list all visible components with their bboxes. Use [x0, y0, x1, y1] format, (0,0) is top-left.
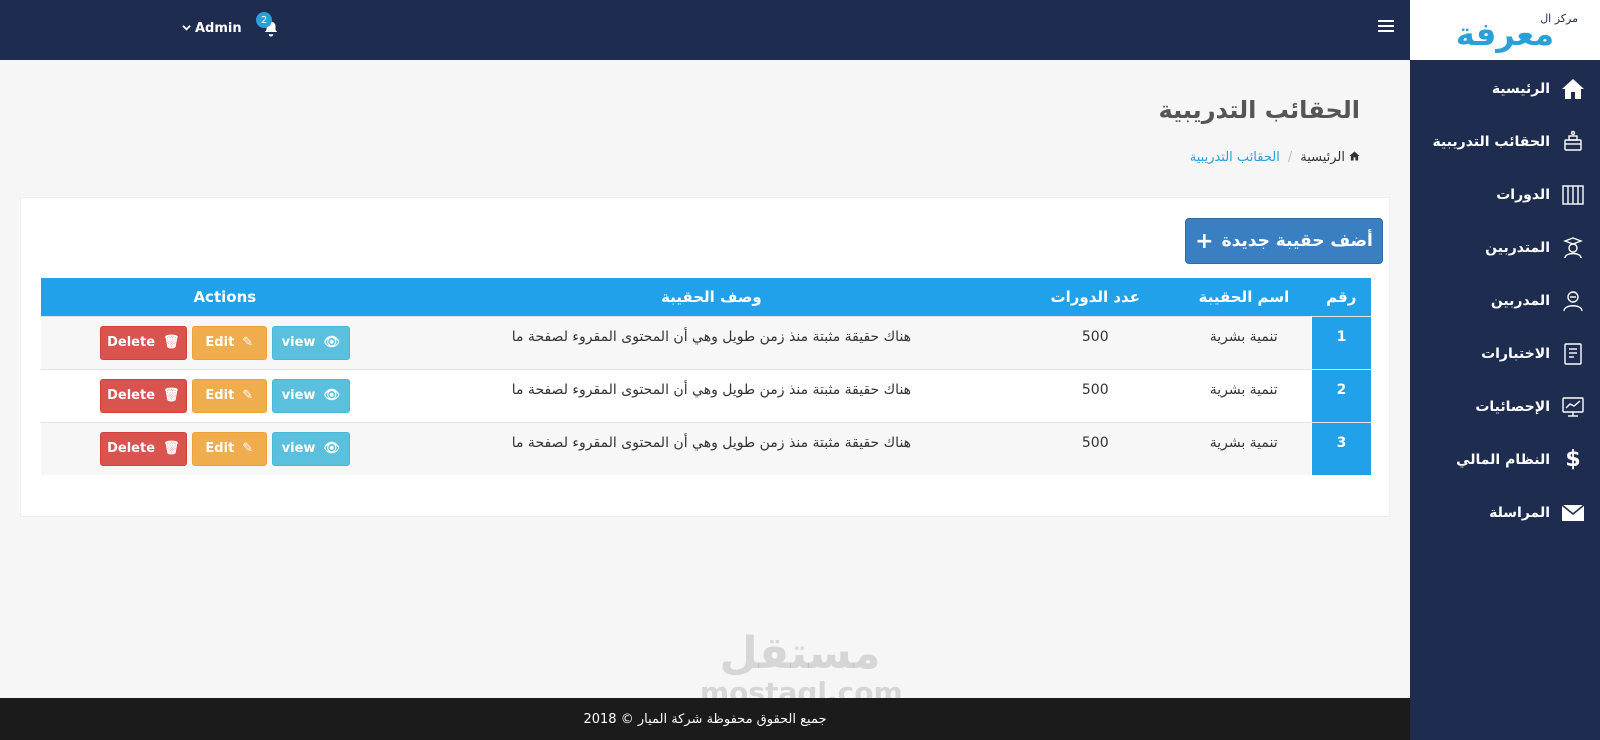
footer-copyright: جميع الحقوق محفوظة شركة الميار © 2018	[583, 711, 827, 727]
exam-icon	[1560, 341, 1586, 367]
sidebar-item-home[interactable]: الرئيسية	[1410, 62, 1600, 115]
breadcrumb-separator: /	[1287, 150, 1293, 165]
row-name: تنمية بشرية	[1209, 434, 1278, 451]
page-title: الحقائب التدريبية	[1158, 96, 1360, 124]
header-description: وصف الحقيبة	[661, 287, 762, 306]
view-button[interactable]: view 👁	[271, 378, 350, 413]
sidebar-item-finance[interactable]: $ النظام المالي	[1410, 433, 1600, 486]
training-bag-icon	[1560, 129, 1586, 155]
table-row: Delete 🗑 Edit ✎ view 👁 هناك حقيقة مثبتة منذ…	[41, 316, 1371, 369]
header-number: رقم	[1326, 287, 1357, 306]
delete-button[interactable]: Delete 🗑	[99, 431, 187, 466]
trash-icon: 🗑	[163, 441, 180, 456]
sidebar-item-training-bags[interactable]: الحقائب التدريبية	[1410, 115, 1600, 168]
content-panel: + أضف حقيبة جديدة Actions وصف الحقيبة عد…	[20, 197, 1390, 517]
chevron-down-icon	[182, 21, 191, 36]
watermark: مستقل mostaql.com	[700, 628, 903, 708]
sidebar-nav: الرئيسية الحقائب التدريبية الدورات المتد…	[1410, 62, 1600, 539]
row-name: تنمية بشرية	[1209, 381, 1278, 398]
view-button[interactable]: view 👁	[271, 325, 350, 360]
table-header-row: Actions وصف الحقيبة عدد الدورات اسم الحق…	[41, 278, 1371, 316]
table-row: Delete 🗑 Edit ✎ view 👁 هناك حقيقة مثبتة منذ…	[41, 369, 1371, 422]
row-actions: Delete 🗑 Edit ✎ view 👁	[41, 369, 409, 422]
trash-icon: 🗑	[163, 335, 180, 350]
trash-icon: 🗑	[163, 388, 180, 403]
edit-button[interactable]: Edit ✎	[191, 378, 267, 413]
row-courses: 500	[1081, 328, 1109, 345]
header-name: اسم الحقيبة	[1198, 287, 1290, 306]
pencil-icon: ✎	[242, 388, 254, 403]
dollar-icon: $	[1565, 447, 1581, 472]
delete-button[interactable]: Delete 🗑	[99, 325, 187, 360]
sidebar-item-statistics[interactable]: الإحصائيات	[1410, 380, 1600, 433]
add-bag-label: أضف حقيبة جديدة	[1221, 231, 1373, 251]
row-number: 3	[1311, 422, 1371, 475]
eye-icon: 👁	[323, 388, 340, 403]
sidebar-item-exams[interactable]: الاختبارات	[1410, 327, 1600, 380]
row-actions: Delete 🗑 Edit ✎ view 👁	[41, 422, 409, 475]
header-courses: عدد الدورات	[1050, 287, 1140, 306]
top-bar: Admin 2	[0, 0, 1410, 60]
row-number: 1	[1311, 316, 1371, 369]
home-icon	[1560, 76, 1586, 102]
row-description: هناك حقيقة مثبتة منذ زمن طويل وهي أن الم…	[511, 381, 912, 398]
row-description: هناك حقيقة مثبتة منذ زمن طويل وهي أن الم…	[511, 328, 912, 345]
plus-icon: +	[1195, 228, 1214, 254]
row-number: 2	[1311, 369, 1371, 422]
edit-button[interactable]: Edit ✎	[191, 431, 267, 466]
hamburger-menu-icon[interactable]	[1378, 20, 1394, 36]
sidebar: مركز ال معرفة الرئيسية الحقائب التدريبية…	[1410, 0, 1600, 740]
row-courses: 500	[1081, 381, 1109, 398]
footer: جميع الحقوق محفوظة شركة الميار © 2018	[0, 698, 1410, 740]
sidebar-item-trainers[interactable]: المدربين	[1410, 274, 1600, 327]
row-description: هناك حقيقة مثبتة منذ زمن طويل وهي أن الم…	[511, 434, 912, 451]
edit-button[interactable]: Edit ✎	[191, 325, 267, 360]
breadcrumb-home[interactable]: الرئيسية	[1300, 150, 1360, 165]
breadcrumb-current[interactable]: الحقائب التدريبية	[1190, 150, 1280, 165]
admin-label: Admin	[195, 21, 242, 36]
logo-small-text: مركز ال	[1540, 12, 1578, 25]
row-name: تنمية بشرية	[1209, 328, 1278, 345]
view-button[interactable]: view 👁	[271, 431, 350, 466]
eye-icon: 👁	[323, 441, 340, 456]
breadcrumb: الرئيسية / الحقائب التدريبية	[1190, 150, 1360, 165]
notification-badge: 2	[256, 12, 272, 28]
row-courses: 500	[1081, 434, 1109, 451]
watermark-arabic: مستقل	[719, 628, 881, 679]
courses-icon	[1560, 182, 1586, 208]
delete-button[interactable]: Delete 🗑	[99, 378, 187, 413]
envelope-icon	[1560, 500, 1586, 526]
sidebar-item-courses[interactable]: الدورات	[1410, 168, 1600, 221]
trainee-icon	[1560, 235, 1586, 261]
add-bag-button[interactable]: + أضف حقيبة جديدة	[1185, 218, 1383, 264]
trainer-icon	[1560, 288, 1586, 314]
row-actions: Delete 🗑 Edit ✎ view 👁	[41, 316, 409, 369]
eye-icon: 👁	[323, 335, 340, 350]
pencil-icon: ✎	[242, 441, 254, 456]
table-row: Delete 🗑 Edit ✎ view 👁 هناك حقيقة مثبتة منذ…	[41, 422, 1371, 475]
header-actions: Actions	[193, 287, 257, 306]
bags-table: Actions وصف الحقيبة عدد الدورات اسم الحق…	[41, 278, 1371, 475]
sidebar-item-trainees[interactable]: المتدربين	[1410, 221, 1600, 274]
stats-icon	[1560, 394, 1586, 420]
sidebar-item-messages[interactable]: المراسلة	[1410, 486, 1600, 539]
logo[interactable]: مركز ال معرفة	[1410, 0, 1600, 60]
admin-menu[interactable]: Admin	[182, 21, 242, 36]
pencil-icon: ✎	[242, 335, 254, 350]
home-icon	[1349, 150, 1360, 165]
